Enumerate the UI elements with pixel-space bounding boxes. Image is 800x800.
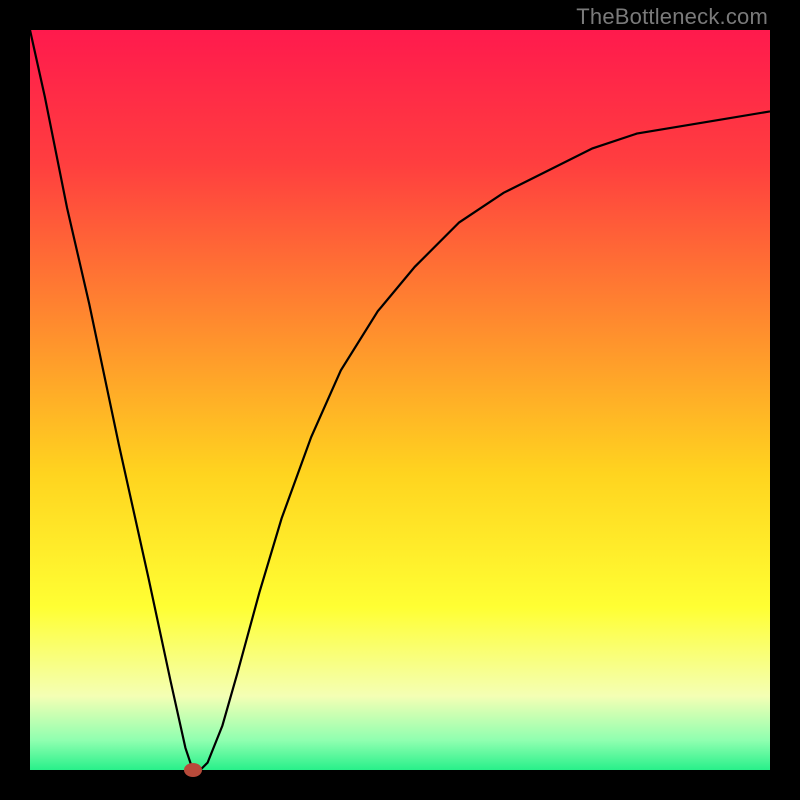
chart-background bbox=[30, 30, 770, 770]
highlight-dot-icon bbox=[184, 763, 202, 777]
bottleneck-chart bbox=[30, 30, 770, 770]
chart-frame bbox=[30, 30, 770, 770]
watermark-text: TheBottleneck.com bbox=[576, 4, 768, 30]
